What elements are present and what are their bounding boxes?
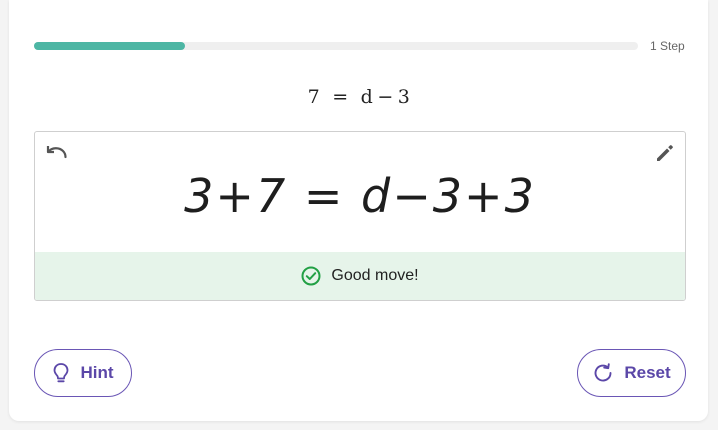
feedback-text: Good move! [331,267,419,284]
work-area[interactable]: 3+7 = d−3+3 Good move! [34,131,686,301]
lightbulb-icon [54,363,69,383]
undo-button[interactable] [43,141,69,165]
hint-button[interactable]: Hint [34,349,132,397]
equation-constant: 3 [397,86,411,108]
handwritten-expression: 3+7 = d−3+3 [184,169,536,223]
edit-button[interactable] [653,141,677,165]
refresh-icon [594,363,612,382]
reset-label: Reset [624,363,671,382]
problem-equation: 7 = d −3 [0,86,718,108]
step-count: 1 Step [650,39,685,53]
equation-variable: d [360,86,374,108]
equation-minus: − [377,86,394,108]
equation-left: 7 [307,86,321,108]
check-circle-icon [301,266,321,286]
reset-button[interactable]: Reset [577,349,686,397]
equation-equals: = [332,86,349,108]
progress-bar [34,42,638,50]
hint-label: Hint [80,363,114,382]
feedback-banner: Good move! [35,252,685,300]
pencil-icon [657,145,673,161]
undo-icon [46,146,67,159]
progress-fill [34,42,185,50]
